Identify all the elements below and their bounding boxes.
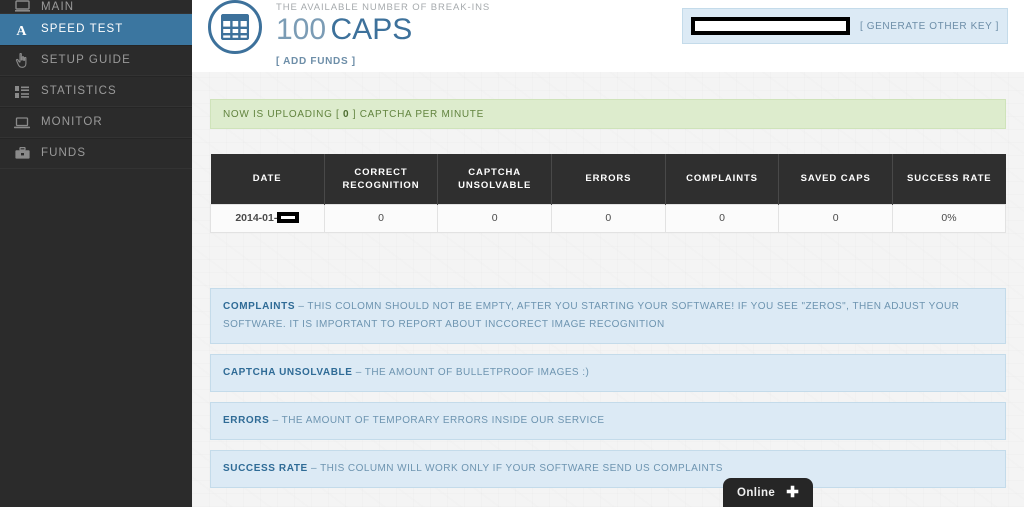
add-funds-link[interactable]: [ ADD FUNDS ] (276, 56, 356, 67)
sidebar-item-label: FUNDS (41, 147, 87, 160)
sidebar-item-label: SETUP GUIDE (41, 54, 131, 67)
legend-term: SUCCESS RATE (223, 462, 308, 474)
home-icon (12, 0, 32, 13)
balance-text: THE AVAILABLE NUMBER OF BREAK-INS 100 CA… (276, 0, 490, 69)
status-suffix: ] CAPTCHA PER MINUTE (352, 108, 484, 120)
balance-amount: 100 (276, 13, 327, 46)
sidebar: MAIN A SPEED TEST SETUP GUIDE STATISTICS… (0, 0, 192, 507)
sidebar-item-label: STATISTICS (41, 85, 117, 98)
column-header-errors: ERRORS (551, 154, 666, 204)
laptop-icon (12, 115, 32, 131)
sidebar-item-statistics[interactable]: STATISTICS (0, 76, 192, 107)
cell-captcha-unsolvable: 0 (437, 203, 553, 233)
cell-date: 2014-01- (210, 203, 325, 233)
legend-description: – THIS COLUMN WILL WORK ONLY IF YOUR SOF… (311, 462, 723, 474)
list-icon (12, 84, 32, 100)
table-grid-circle-icon (208, 0, 262, 54)
sidebar-item-monitor[interactable]: MONITOR (0, 107, 192, 138)
table-header: DATE CORRECT RECOGNITION CAPTCHA UNSOLVA… (210, 154, 1006, 204)
legend-item-success-rate: SUCCESS RATE – THIS COLUMN WILL WORK ONL… (210, 449, 1006, 488)
upload-status-bar: NOW IS UPLOADING [ 0 ] CAPTCHA PER MINUT… (210, 99, 1006, 129)
legend-item-captcha-unsolvable: CAPTCHA UNSOLVABLE – THE AMOUNT OF BULLE… (210, 353, 1006, 392)
api-key-input[interactable] (691, 17, 851, 35)
sidebar-item-speed-test[interactable]: A SPEED TEST (0, 14, 192, 45)
cell-complaints: 0 (665, 203, 780, 233)
briefcase-icon (12, 146, 32, 162)
svg-text:A: A (16, 24, 27, 37)
status-value: 0 (343, 108, 350, 120)
cell-date-text: 2014-01- (235, 212, 278, 224)
chat-widget-label: Online (737, 486, 776, 499)
sidebar-item-main[interactable]: MAIN (0, 0, 192, 14)
sidebar-item-label: MONITOR (41, 116, 103, 129)
cell-errors: 0 (551, 203, 666, 233)
hand-pointer-icon (12, 53, 32, 69)
sidebar-item-label: MAIN (41, 0, 75, 13)
column-header-date: DATE (210, 154, 325, 204)
legend-term: CAPTCHA UNSOLVABLE (223, 366, 353, 378)
status-prefix: NOW IS UPLOADING [ (223, 108, 340, 120)
legend-term: COMPLAINTS (223, 300, 296, 312)
statistics-table: DATE CORRECT RECOGNITION CAPTCHA UNSOLVA… (210, 154, 1006, 233)
legend-description: – THE AMOUNT OF BULLETPROOF IMAGES :) (355, 366, 590, 378)
cell-success-rate: 0% (892, 203, 1006, 233)
column-header-complaints: COMPLAINTS (665, 154, 780, 204)
legend-term: ERRORS (223, 414, 270, 426)
top-bar: THE AVAILABLE NUMBER OF BREAK-INS 100 CA… (192, 0, 1024, 72)
balance-amount-row: 100 CAPS (276, 14, 490, 51)
legend-description: – THE AMOUNT OF TEMPORARY ERRORS INSIDE … (272, 414, 605, 426)
page-root: MAIN A SPEED TEST SETUP GUIDE STATISTICS… (0, 0, 1024, 507)
date-redaction-box (277, 211, 300, 223)
content-area: NOW IS UPLOADING [ 0 ] CAPTCHA PER MINUT… (192, 99, 1024, 488)
sidebar-item-funds[interactable]: FUNDS (0, 138, 192, 169)
legend-item-complaints: COMPLAINTS – THIS COLOMN SHOULD NOT BE E… (210, 287, 1006, 344)
cell-correct-recognition: 0 (324, 203, 439, 233)
chat-widget[interactable]: Online ✚ (723, 478, 813, 507)
legend-item-errors: ERRORS – THE AMOUNT OF TEMPORARY ERRORS … (210, 401, 1006, 440)
column-header-saved-caps: SAVED CAPS (778, 154, 894, 204)
legend-list: COMPLAINTS – THIS COLOMN SHOULD NOT BE E… (210, 287, 1006, 488)
legend-description: – THIS COLOMN SHOULD NOT BE EMPTY, AFTER… (223, 300, 960, 330)
column-header-correct-recognition: CORRECT RECOGNITION (324, 154, 439, 204)
balance-block: THE AVAILABLE NUMBER OF BREAK-INS 100 CA… (208, 0, 490, 69)
table-row: 2014-01- 0 0 0 0 0 0% (210, 203, 1006, 233)
plus-icon[interactable]: ✚ (786, 485, 799, 500)
api-key-panel: [ GENERATE OTHER KEY ] (682, 8, 1008, 44)
column-header-captcha-unsolvable: CAPTCHA UNSOLVABLE (437, 154, 553, 204)
generate-other-key-link[interactable]: [ GENERATE OTHER KEY ] (860, 21, 999, 32)
letter-a-icon: A (12, 22, 32, 38)
column-header-success-rate: SUCCESS RATE (892, 154, 1006, 204)
table-body: 2014-01- 0 0 0 0 0 0% (210, 203, 1006, 233)
cell-saved-caps: 0 (778, 203, 894, 233)
sidebar-item-setup-guide[interactable]: SETUP GUIDE (0, 45, 192, 76)
balance-unit: CAPS (330, 13, 413, 46)
table-header-row: DATE CORRECT RECOGNITION CAPTCHA UNSOLVA… (210, 154, 1006, 204)
main-content: THE AVAILABLE NUMBER OF BREAK-INS 100 CA… (192, 0, 1024, 507)
sidebar-item-label: SPEED TEST (41, 23, 124, 36)
